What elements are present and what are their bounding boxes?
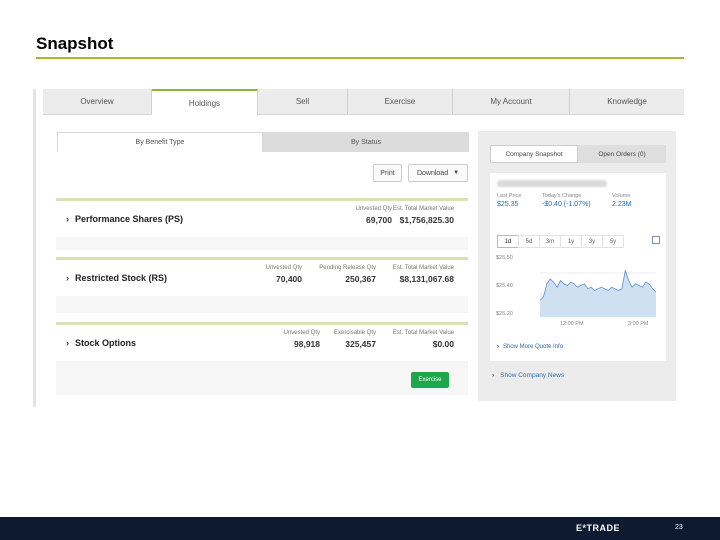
chevron-right-icon: ›: [492, 372, 495, 379]
subtab-by-benefit-type[interactable]: By Benefit Type: [57, 132, 263, 152]
etrade-logo: E*TRADE: [576, 523, 621, 533]
y-tick: $25.50: [496, 255, 513, 261]
metric-value: $0.00: [432, 339, 454, 349]
print-button[interactable]: Print: [373, 164, 402, 182]
page-number: 23: [675, 524, 683, 531]
etrade-screenshot: Overview Holdings Sell Exercise My Accou…: [33, 89, 684, 407]
quote-label: Today's Change: [542, 193, 582, 199]
expand-chart-icon[interactable]: [652, 236, 660, 244]
card-title: Performance Shares (PS): [75, 214, 184, 224]
metric-value: 70,400: [276, 274, 302, 284]
tab-company-snapshot[interactable]: Company Snapshot: [490, 145, 578, 163]
metric-label: Est. Total Market Value: [392, 330, 454, 336]
metric-unvested-qty: Unvested Qty 69,700: [356, 206, 392, 225]
company-panel: Company Snapshot Open Orders (0) Last Pr…: [478, 131, 676, 401]
metric-label: Pending Release Qty: [319, 265, 376, 271]
quote-card: Last Price $25.35 Today's Change -$0.40 …: [490, 173, 666, 361]
benefit-subtabs: By Benefit Type By Status: [57, 132, 469, 152]
y-tick: $25.40: [496, 283, 513, 289]
price-area: [540, 270, 656, 317]
slide-footer: E*TRADE 23: [0, 517, 720, 540]
range-3m[interactable]: 3m: [539, 235, 561, 248]
metric-value: 98,918: [294, 339, 320, 349]
metric-pending-release-qty: Pending Release Qty 250,367: [319, 265, 376, 284]
subtab-by-status[interactable]: By Status: [263, 132, 469, 152]
chevron-right-icon: ›: [66, 214, 69, 224]
metric-label: Est. Total Market Value: [392, 206, 454, 212]
range-3y[interactable]: 3y: [581, 235, 603, 248]
y-tick: $25.20: [496, 311, 513, 317]
redacted-company-name: [497, 180, 607, 187]
download-label: Download: [416, 169, 449, 177]
metric-label: Unvested Qty: [283, 330, 320, 336]
tab-knowledge[interactable]: Knowledge: [570, 89, 684, 114]
top-nav: Overview Holdings Sell Exercise My Accou…: [43, 89, 684, 116]
chevron-right-icon: ›: [66, 273, 69, 283]
metric-unvested-qty: Unvested Qty 70,400: [266, 265, 302, 284]
company-tabs: Company Snapshot Open Orders (0): [490, 145, 666, 163]
card-title: Stock Options: [75, 338, 137, 348]
expand-performance-shares[interactable]: › Performance Shares (PS): [66, 214, 183, 224]
metric-market-value: Est. Total Market Value $0.00: [393, 330, 454, 349]
expand-restricted-stock[interactable]: › Restricted Stock (RS): [66, 273, 167, 283]
company-news-link[interactable]: › Show Company News: [492, 372, 564, 379]
metric-market-value: Est. Total Market Value $8,131,067.68: [393, 265, 454, 284]
metric-label: Unvested Qty: [265, 265, 302, 271]
metric-value: $8,131,067.68: [399, 274, 454, 284]
x-tick: 3:00 PM: [628, 321, 649, 327]
tab-sell[interactable]: Sell: [258, 89, 348, 114]
tab-my-account[interactable]: My Account: [453, 89, 570, 114]
metric-unvested-qty: Unvested Qty 98,918: [284, 330, 320, 349]
caret-down-icon: ▼: [453, 170, 460, 176]
quote-volume: Volume 2.23M: [612, 193, 631, 208]
metric-value: 250,367: [345, 274, 376, 284]
metric-market-value: Est. Total Market Value $1,756,825.30: [393, 206, 454, 225]
range-1d[interactable]: 1d: [497, 235, 519, 248]
card-stock-options: › Stock Options Unvested Qty 98,918 Exer…: [56, 322, 468, 395]
expand-stock-options[interactable]: › Stock Options: [66, 338, 136, 348]
download-button[interactable]: Download ▼: [408, 164, 468, 182]
card-title: Restricted Stock (RS): [75, 273, 168, 283]
metric-exercisable-qty: Exercisable Qty 325,457: [334, 330, 376, 349]
metric-label: Exercisable Qty: [333, 330, 376, 336]
more-quote-link[interactable]: › Show More Quote Info: [497, 344, 563, 350]
quote-value: $25.35: [497, 201, 519, 208]
quote-last-price: Last Price $25.35: [497, 193, 521, 208]
metric-value: $1,756,825.30: [399, 215, 454, 225]
quote-todays-change: Today's Change -$0.40 (-1.07%): [542, 193, 591, 208]
company-news-label: Show Company News: [500, 372, 565, 379]
range-5d[interactable]: 5d: [518, 235, 540, 248]
price-chart: $25.50 $25.40 $25.20 12:00 PM 3:00 PM: [496, 253, 662, 333]
metric-value: 69,700: [366, 215, 392, 225]
quote-label: Last Price: [497, 193, 522, 199]
quote-value: -$0.40 (-1.07%): [542, 201, 591, 208]
metric-value: 325,457: [345, 339, 376, 349]
card-restricted-stock: › Restricted Stock (RS) Unvested Qty 70,…: [56, 257, 468, 313]
quote-value: 2.23M: [612, 201, 632, 208]
range-1y[interactable]: 1y: [560, 235, 582, 248]
metric-label: Est. Total Market Value: [392, 265, 454, 271]
title-divider: [36, 57, 684, 59]
tab-exercise[interactable]: Exercise: [348, 89, 453, 114]
tab-open-orders[interactable]: Open Orders (0): [578, 145, 666, 163]
x-tick: 12:00 PM: [560, 321, 584, 327]
tab-overview[interactable]: Overview: [43, 89, 152, 114]
card-performance-shares: › Performance Shares (PS) Unvested Qty 6…: [56, 198, 468, 250]
slide-title: Snapshot: [36, 34, 114, 53]
exercise-button[interactable]: Exercise: [411, 372, 449, 388]
chevron-right-icon: ›: [497, 344, 499, 350]
range-selector: 1d 5d 3m 1y 3y 5y: [497, 235, 624, 248]
metric-label: Unvested Qty: [355, 206, 392, 212]
tab-holdings[interactable]: Holdings: [152, 89, 258, 116]
range-5y[interactable]: 5y: [602, 235, 624, 248]
chevron-right-icon: ›: [66, 338, 69, 348]
quote-label: Volume: [612, 193, 631, 199]
more-quote-label: Show More Quote Info: [503, 344, 564, 350]
